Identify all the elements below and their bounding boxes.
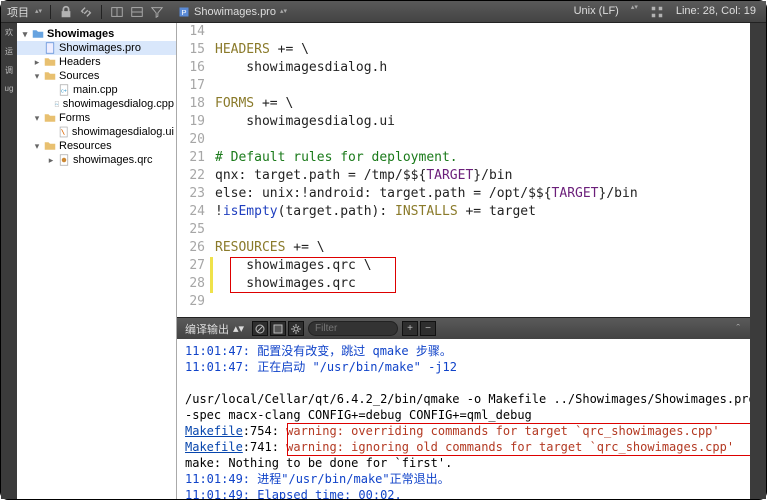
dropdown-icon[interactable]: ▴▾ [35,9,42,14]
tree-pro-file[interactable]: Showimages.pro [17,41,176,55]
zoom-out-button[interactable]: − [420,321,436,336]
tree-headers[interactable]: ▸Headers [17,55,176,69]
grid-icon[interactable] [650,5,664,19]
tree-forms[interactable]: ▾Forms [17,111,176,125]
line-gutter: 14151617181920212223242526272829 [177,23,211,317]
box-icon[interactable] [270,321,286,336]
output-header: 编译输出 ▴▾ + − ˆ [177,317,750,339]
code-body[interactable]: HEADERS += \ showimagesdialog.h FORMS +=… [211,23,750,317]
dropdown-icon[interactable]: ▴▾ [280,9,287,14]
tree-root[interactable]: ▾Showimages [17,27,176,41]
dropdown-icon[interactable]: ▴▾ [631,5,638,19]
collapse-icon[interactable]: ˆ [730,323,746,335]
tree-dialog-ui[interactable]: showimagesdialog.ui [17,125,176,139]
encoding-label[interactable]: Unix (LF) [574,5,619,19]
tree-dialog-cpp[interactable]: c+showimagesdialog.cpp [17,97,176,111]
svg-text:P: P [182,8,187,17]
sidebar-icon[interactable]: 欢 [5,27,13,38]
filter-input[interactable] [308,321,398,336]
sidebar-icon[interactable]: 运 [5,46,13,57]
filter-icon[interactable] [150,5,164,19]
dropdown-icon[interactable]: ▴▾ [233,322,244,335]
cursor-pos: Line: 28, Col: 19 [676,5,756,19]
left-sidebar: 欢 运 调 ug [1,23,17,499]
code-editor[interactable]: 14151617181920212223242526272829 HEADERS… [177,23,750,317]
split-icon[interactable] [110,5,124,19]
split2-icon[interactable] [130,5,144,19]
sidebar-icon[interactable]: ug [5,84,14,93]
file-name: Showimages.pro [194,6,276,18]
sidebar-icon[interactable]: 调 [5,65,13,76]
project-label: 项目 [7,4,29,20]
tree-sources[interactable]: ▾Sources [17,69,176,83]
svg-text:c+: c+ [61,88,67,94]
link-icon[interactable] [79,5,93,19]
output-title: 编译输出 [185,321,229,337]
gear-icon[interactable] [288,321,304,336]
tree-main-cpp[interactable]: c+main.cpp [17,83,176,97]
clear-icon[interactable] [252,321,268,336]
zoom-in-button[interactable]: + [402,321,418,336]
tree-resources[interactable]: ▾Resources [17,139,176,153]
top-toolbar: 项目 ▴▾ P Showimages.pro ▴▾ Unix (LF) ▴▾ L… [1,1,766,23]
project-panel: ▾Showimages Showimages.pro ▸Headers ▾Sou… [17,23,177,499]
compile-output[interactable]: 11:01:47: 配置没有改变，跳过 qmake 步骤。 11:01:47: … [177,339,750,499]
lock-icon[interactable] [59,5,73,19]
breadcrumb[interactable]: P Showimages.pro ▴▾ [170,6,295,18]
tree-qrc[interactable]: ▸showimages.qrc [17,153,176,167]
right-sidebar [750,23,766,499]
